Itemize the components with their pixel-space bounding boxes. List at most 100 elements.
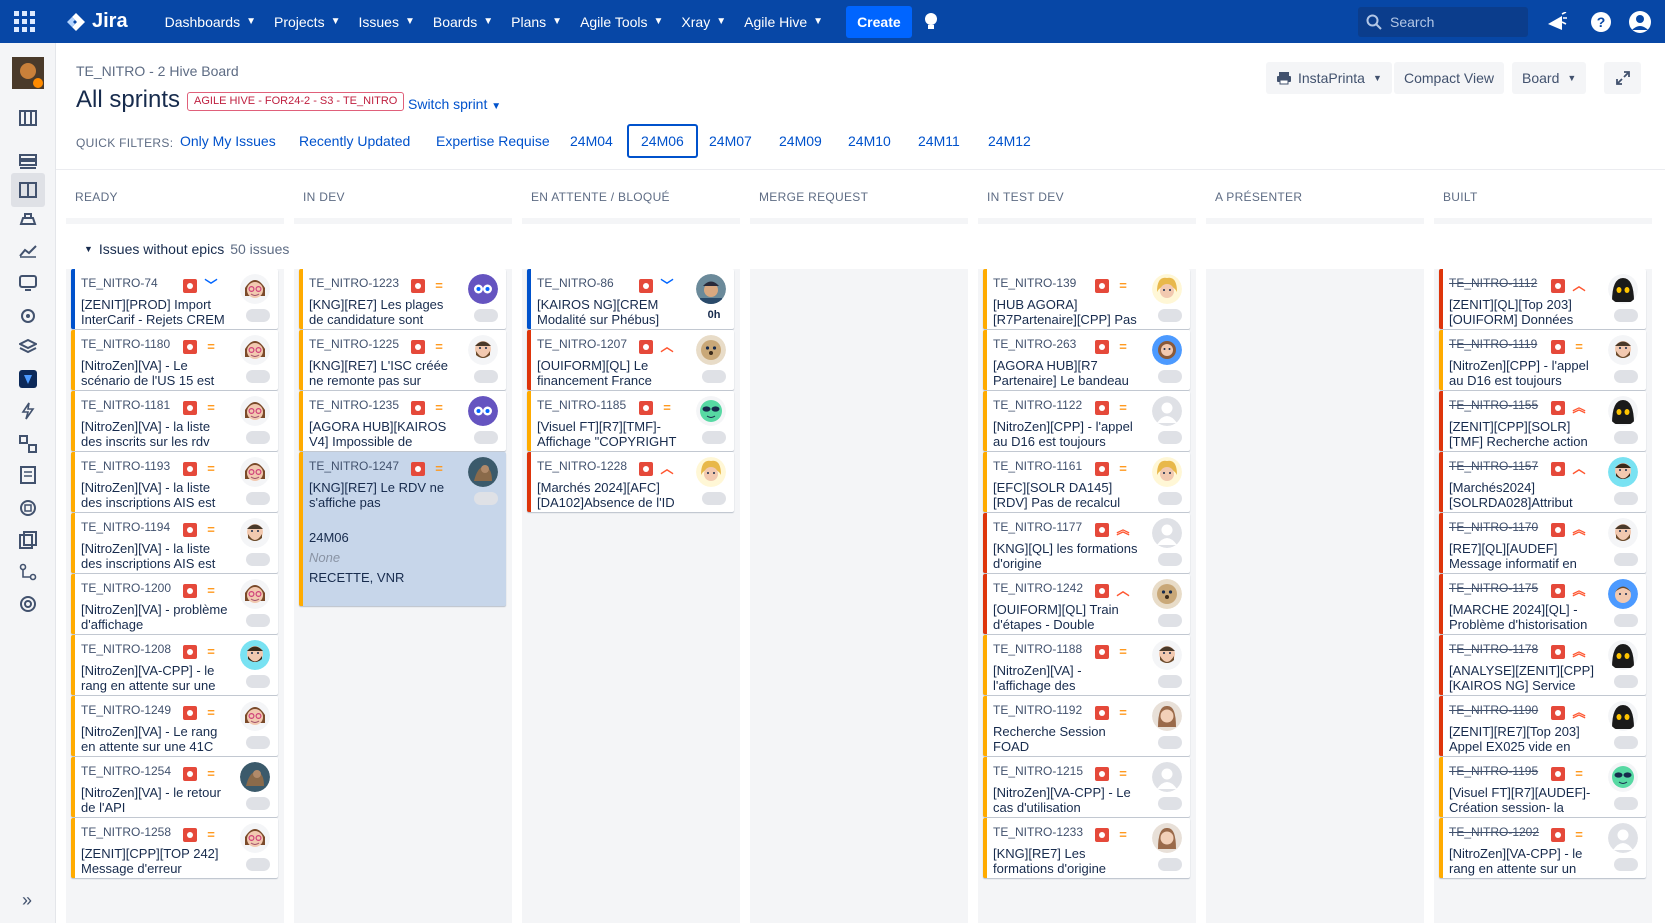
issue-card[interactable]: TE_NITRO-1192 = Recherche Session FOAD (983, 696, 1190, 756)
assignee-avatar[interactable] (1152, 335, 1182, 365)
issue-card[interactable]: TE_NITRO-1122 = [NitroZen][CPP] - l'appel … (983, 391, 1190, 451)
issue-key[interactable]: TE_NITRO-1194 (81, 520, 170, 534)
issue-key[interactable]: TE_NITRO-1180 (81, 337, 170, 351)
issue-card[interactable]: TE_NITRO-1157 ︿ [Marchés2024] [SOLRDA028]A… (1439, 452, 1646, 512)
assignee-avatar[interactable] (1152, 274, 1182, 304)
issue-key[interactable]: TE_NITRO-1195 (1449, 764, 1538, 778)
documents-icon[interactable] (16, 528, 40, 552)
issue-card[interactable]: TE_NITRO-74 ﹀ [ZENIT][PROD] Import InterCa… (71, 269, 278, 329)
shortcuts-icon[interactable] (16, 432, 40, 456)
assignee-avatar[interactable] (240, 701, 270, 731)
filter-24m09[interactable]: 24M09 (767, 124, 834, 158)
assignee-avatar[interactable] (240, 640, 270, 670)
profile-avatar[interactable] (1627, 9, 1653, 35)
issue-key[interactable]: TE_NITRO-1258 (81, 825, 171, 839)
settings-icon[interactable] (16, 592, 40, 616)
issue-card[interactable]: TE_NITRO-1161 = [EFC][SOLR DA145][RDV] Pas… (983, 452, 1190, 512)
active-board-icon[interactable] (11, 173, 45, 207)
pages-icon[interactable] (16, 463, 40, 487)
notifications-icon[interactable] (1544, 9, 1570, 35)
assignee-avatar[interactable] (1608, 335, 1638, 365)
help-icon[interactable]: ? (1588, 9, 1614, 35)
issue-card[interactable]: TE_NITRO-1247 = [KNG][RE7] Le RDV ne s'aff… (299, 452, 506, 606)
create-button[interactable]: Create (846, 5, 912, 38)
issue-card[interactable]: TE_NITRO-139 = [HUB AGORA][R7Partenaire][C… (983, 269, 1190, 329)
issue-key[interactable]: TE_NITRO-1249 (81, 703, 171, 717)
lightbulb-icon[interactable] (924, 12, 938, 32)
issue-key[interactable]: TE_NITRO-1233 (993, 825, 1083, 839)
assignee-avatar[interactable] (696, 396, 726, 426)
assignee-avatar[interactable] (1608, 762, 1638, 792)
assignee-avatar[interactable] (1608, 274, 1638, 304)
backlog-icon[interactable] (16, 150, 40, 174)
issue-key[interactable]: TE_NITRO-263 (993, 337, 1076, 351)
assignee-avatar[interactable] (468, 457, 498, 487)
assignee-avatar[interactable] (240, 579, 270, 609)
issue-card[interactable]: TE_NITRO-1190 ︽ [ZENIT][RE7][Top 203] Appe… (1439, 696, 1646, 756)
issue-key[interactable]: TE_NITRO-1161 (993, 459, 1082, 473)
issue-card[interactable]: TE_NITRO-1155 ︽ [ZENIT][CPP][SOLR] [TMF] R… (1439, 391, 1646, 451)
issue-card[interactable]: TE_NITRO-1200 = [NitroZen][VA] - problème … (71, 574, 278, 634)
issue-card[interactable]: TE_NITRO-1178 ︽ [ANALYSE][ZENIT][CPP] [KAI… (1439, 635, 1646, 695)
assignee-avatar[interactable] (1608, 823, 1638, 853)
filter-24m06[interactable]: 24M06 (627, 124, 698, 158)
issue-card[interactable]: TE_NITRO-1180 = [NitroZen][VA] - Le scénar… (71, 330, 278, 390)
issue-key[interactable]: TE_NITRO-1208 (81, 642, 171, 656)
hierarchy-icon[interactable] (16, 560, 40, 584)
issue-card[interactable]: TE_NITRO-1207 ︿ [OUIFORM][QL] Le financeme… (527, 330, 734, 390)
issue-key[interactable]: TE_NITRO-1242 (993, 581, 1083, 595)
assignee-avatar[interactable] (1608, 579, 1638, 609)
releases-icon[interactable] (16, 207, 40, 231)
assignee-avatar[interactable] (240, 762, 270, 792)
assignee-avatar[interactable] (1608, 457, 1638, 487)
issue-key[interactable]: TE_NITRO-1155 (1449, 398, 1538, 412)
issue-key[interactable]: TE_NITRO-86 (537, 276, 614, 290)
breadcrumb[interactable]: TE_NITRO - 2 Hive Board (76, 63, 239, 79)
issue-card[interactable]: TE_NITRO-1242 ︿ [OUIFORM][QL] Train d'étap… (983, 574, 1190, 634)
assignee-avatar[interactable] (1152, 640, 1182, 670)
issue-card[interactable]: TE_NITRO-1254 = [NitroZen][VA] - le retour… (71, 757, 278, 817)
fullscreen-button[interactable] (1604, 62, 1641, 94)
assignee-avatar[interactable] (1608, 396, 1638, 426)
filter-24m12[interactable]: 24M12 (976, 124, 1043, 158)
issue-card[interactable]: TE_NITRO-1258 = [ZENIT][CPP][TOP 242] Mess… (71, 818, 278, 878)
assignee-avatar[interactable] (1608, 640, 1638, 670)
automation-icon[interactable] (16, 399, 40, 423)
menu-issues[interactable]: Issues ▼ (349, 0, 423, 43)
assignee-avatar[interactable] (240, 274, 270, 304)
issue-card[interactable]: TE_NITRO-1177 ︽ [KNG][QL] les formations d… (983, 513, 1190, 573)
menu-agile-tools[interactable]: Agile Tools ▼ (571, 0, 672, 43)
issue-card[interactable]: TE_NITRO-86 ﹀ [KAIROS NG][CREM Modalité su… (527, 269, 734, 329)
issue-card[interactable]: TE_NITRO-1181 = [NitroZen][VA] - la liste … (71, 391, 278, 451)
assignee-avatar[interactable] (696, 457, 726, 487)
compact-view-button[interactable]: Compact View (1394, 62, 1505, 94)
issue-key[interactable]: TE_NITRO-1177 (993, 520, 1082, 534)
issue-key[interactable]: TE_NITRO-1215 (993, 764, 1083, 778)
board-icon[interactable] (16, 106, 40, 130)
issue-card[interactable]: TE_NITRO-1193 = [NitroZen][VA] - la liste … (71, 452, 278, 512)
components-icon[interactable] (16, 304, 40, 328)
board-menu-button[interactable]: Board ▼ (1512, 62, 1587, 94)
issue-card[interactable]: TE_NITRO-1188 = [NitroZen][VA] - l'afficha… (983, 635, 1190, 695)
swimlane-header[interactable]: ▼ Issues without epics 50 issues (84, 241, 289, 257)
issue-key[interactable]: TE_NITRO-139 (993, 276, 1076, 290)
menu-dashboards[interactable]: Dashboards ▼ (156, 0, 265, 43)
issue-card[interactable]: TE_NITRO-1194 = [NitroZen][VA] - la liste … (71, 513, 278, 573)
assignee-avatar[interactable] (240, 823, 270, 853)
assignee-avatar[interactable] (1608, 518, 1638, 548)
issue-key[interactable]: TE_NITRO-1119 (1449, 337, 1537, 351)
assignee-avatar[interactable] (468, 274, 498, 304)
issue-key[interactable]: TE_NITRO-1178 (1449, 642, 1538, 656)
issue-key[interactable]: TE_NITRO-1247 (309, 459, 399, 473)
issue-key[interactable]: TE_NITRO-1254 (81, 764, 171, 778)
assignee-avatar[interactable] (1152, 762, 1182, 792)
issues-icon[interactable] (16, 271, 40, 295)
reports-icon[interactable] (16, 239, 40, 263)
expand-sidebar-icon[interactable]: » (22, 890, 32, 911)
issue-key[interactable]: TE_NITRO-1200 (81, 581, 171, 595)
assignee-avatar[interactable] (468, 396, 498, 426)
menu-boards[interactable]: Boards ▼ (424, 0, 502, 43)
xray-icon[interactable] (16, 367, 40, 391)
issue-key[interactable]: TE_NITRO-1185 (537, 398, 626, 412)
assignee-avatar[interactable] (1152, 457, 1182, 487)
